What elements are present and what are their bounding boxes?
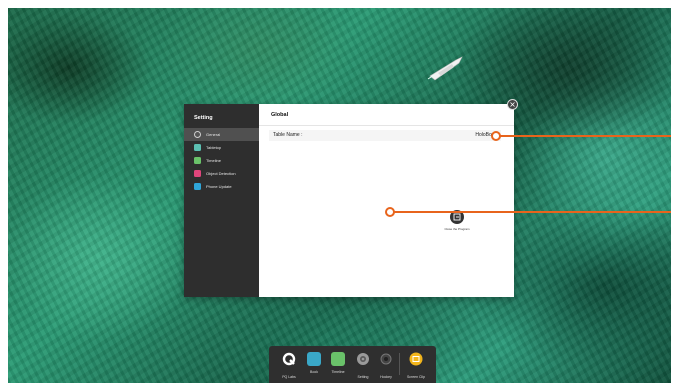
callout-line-table-name [497, 135, 671, 137]
sidebar-item-object-detection[interactable]: Object Detection [184, 167, 259, 180]
dock-item-pqlabs[interactable]: PQ Labs [279, 352, 299, 379]
book-icon [307, 352, 321, 366]
settings-window: Setting General Tabletop Timeline Object… [184, 99, 518, 297]
screen-clip-icon [409, 352, 423, 366]
callout-marker [385, 207, 395, 217]
sidebar-nav: General Tabletop Timeline Object Detecti… [184, 128, 259, 193]
sidebar-title: Setting [194, 115, 213, 121]
table-name-label: Table Name : [273, 132, 303, 138]
sidebar-item-tabletop[interactable]: Tabletop [184, 141, 259, 154]
settings-content: Global Table Name : HoloBoard Close the … [259, 104, 514, 297]
sidebar-item-label: General [206, 132, 221, 137]
dock-item-book[interactable]: Book [304, 352, 324, 374]
timeline-icon [194, 157, 201, 164]
app-dock: PQ Labs Book Timeline Setting Hockey Scr… [269, 346, 436, 383]
timeline-icon [331, 352, 345, 366]
sidebar-item-label: Phone Update [206, 184, 232, 189]
dock-item-label: Timeline [331, 370, 345, 374]
dock-item-label: PQ Labs [282, 375, 296, 379]
close-button[interactable] [507, 99, 518, 110]
dock-item-label: Screen Clip [406, 375, 426, 379]
hockey-icon [380, 353, 392, 365]
settings-sidebar: Setting General Tabletop Timeline Object… [184, 104, 259, 297]
dock-item-label: Setting [357, 375, 369, 379]
callout-marker [491, 131, 501, 141]
boat-icon [427, 56, 463, 81]
table-name-field[interactable]: Table Name : HoloBoard [269, 130, 501, 141]
dock-item-setting[interactable]: Setting [353, 352, 373, 379]
sidebar-item-label: Timeline [206, 158, 221, 163]
dock-item-timeline[interactable]: Timeline [328, 352, 348, 374]
dock-item-label: Book [310, 370, 318, 374]
phone-update-icon [194, 183, 201, 190]
sidebar-item-label: Object Detection [206, 171, 236, 176]
dock-item-label: Hockey [380, 375, 392, 379]
pqlabs-logo-icon [282, 352, 296, 366]
desktop-background: Setting General Tabletop Timeline Object… [8, 8, 671, 383]
sidebar-item-phone-update[interactable]: Phone Update [184, 180, 259, 193]
callout-line-close-program [391, 211, 671, 213]
sidebar-item-general[interactable]: General [184, 128, 259, 141]
sidebar-item-label: Tabletop [206, 145, 222, 150]
close-icon [510, 102, 515, 107]
divider [259, 125, 514, 126]
page-title: Global [271, 112, 289, 118]
dock-item-screen-clip[interactable]: Screen Clip [406, 352, 426, 379]
dock-separator [399, 353, 400, 375]
gear-icon [194, 131, 201, 138]
object-detection-icon [194, 170, 201, 177]
close-program-label: Close the Program [444, 227, 470, 231]
sidebar-item-timeline[interactable]: Timeline [184, 154, 259, 167]
dock-item-hockey[interactable]: Hockey [376, 352, 396, 379]
tabletop-icon [194, 144, 201, 151]
gear-icon [357, 353, 369, 365]
